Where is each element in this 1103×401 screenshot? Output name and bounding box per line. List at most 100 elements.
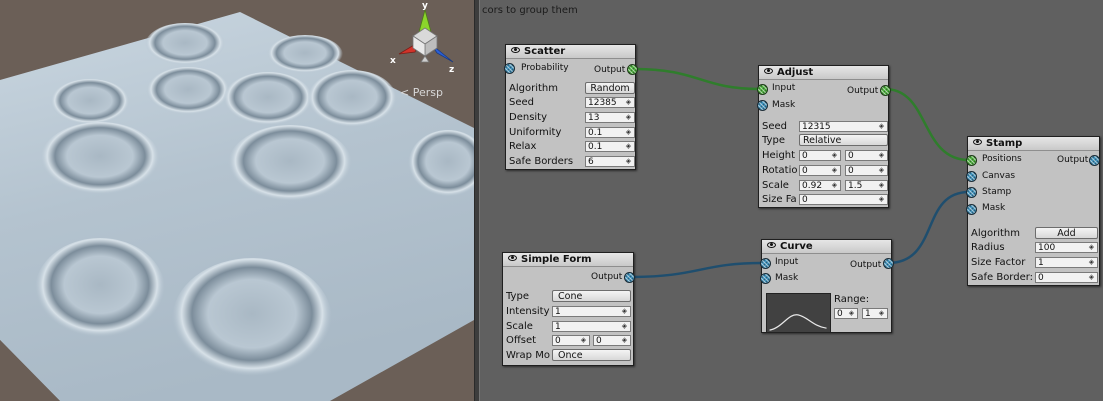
spinner-icon[interactable]: ◈ <box>878 182 885 189</box>
spinner-icon[interactable]: ◈ <box>621 308 628 315</box>
relax-field[interactable]: 0.1 ◈ <box>585 141 635 152</box>
adjust-input-socket[interactable] <box>757 84 768 95</box>
spinner-icon[interactable]: ◈ <box>1088 259 1095 266</box>
curve-preview[interactable] <box>766 293 831 333</box>
curve-node-header[interactable]: Curve <box>762 240 891 254</box>
spinner-icon[interactable]: ◈ <box>878 167 885 174</box>
seed-label: Seed <box>509 97 534 108</box>
adjust-seed-field[interactable]: 12315 ◈ <box>799 121 888 132</box>
seed-label: Seed <box>762 121 787 132</box>
seed-field[interactable]: 12385 ◈ <box>585 97 635 108</box>
stamp-port-label: Stamp <box>982 187 1012 197</box>
simple-form-output-socket[interactable] <box>624 272 635 283</box>
wrap-mode-label: Wrap Mo <box>506 350 550 361</box>
form-scale-field[interactable]: 1 ◈ <box>552 321 631 332</box>
spinner-icon[interactable]: ◈ <box>625 99 632 106</box>
size-factor-field[interactable]: 0 ◈ <box>799 194 888 205</box>
spinner-icon[interactable]: ◈ <box>878 123 885 130</box>
probability-port-label: Probability <box>521 63 569 73</box>
projection-label[interactable]: < Persp <box>400 86 443 99</box>
adjust-output-label: Output <box>847 86 879 96</box>
spinner-icon[interactable]: ◈ <box>831 182 838 189</box>
scatter-output-label: Output <box>594 65 626 75</box>
range-max-field[interactable]: 1 ◈ <box>862 308 888 319</box>
probability-input-socket[interactable] <box>504 63 515 74</box>
curve-input-socket[interactable] <box>760 258 771 269</box>
safe-border-field[interactable]: 0 ◈ <box>1035 272 1098 283</box>
stamp-node-title: Stamp <box>986 138 1023 149</box>
radius-field[interactable]: 100 ◈ <box>1035 242 1098 253</box>
rotation-max-field[interactable]: 0 ◈ <box>845 165 888 176</box>
curve-output-socket[interactable] <box>883 258 894 269</box>
eye-icon[interactable] <box>508 255 517 261</box>
spinner-icon[interactable]: ◈ <box>621 323 628 330</box>
density-field[interactable]: 13 ◈ <box>585 112 635 123</box>
offset-x-field[interactable]: 0 ◈ <box>552 335 590 346</box>
safe-border-label: Safe Border: <box>971 272 1034 283</box>
stamp-node-header[interactable]: Stamp <box>968 137 1099 151</box>
stamp-size-factor-field[interactable]: 1 ◈ <box>1035 257 1098 268</box>
spinner-icon[interactable]: ◈ <box>848 310 855 317</box>
adjust-mask-socket[interactable] <box>757 100 768 111</box>
offset-y-field[interactable]: 0 ◈ <box>593 335 631 346</box>
stamp-node[interactable]: Stamp Positions Canvas Stamp Mask Output… <box>966 136 1100 286</box>
stamp-output-socket[interactable] <box>1089 155 1100 166</box>
scatter-output-socket[interactable] <box>627 64 638 75</box>
height-max-field[interactable]: 0 ◈ <box>845 150 888 161</box>
height-min-field[interactable]: 0 ◈ <box>799 150 841 161</box>
scale-max-field[interactable]: 1.5 ◈ <box>845 180 888 191</box>
spinner-icon[interactable]: ◈ <box>878 196 885 203</box>
eye-icon[interactable] <box>973 139 982 145</box>
spinner-icon[interactable]: ◈ <box>625 129 632 136</box>
stamp-mask-socket[interactable] <box>966 204 977 215</box>
algorithm-dropdown[interactable]: Random <box>585 82 635 94</box>
rotation-min-field[interactable]: 0 ◈ <box>799 165 841 176</box>
uniformity-label: Uniformity <box>509 127 562 138</box>
spinner-icon[interactable]: ◈ <box>878 152 885 159</box>
scene-viewport[interactable]: y x z < Persp <box>0 0 474 401</box>
spinner-icon[interactable]: ◈ <box>831 152 838 159</box>
adjust-node-header[interactable]: Adjust <box>759 66 888 80</box>
density-label: Density <box>509 112 548 123</box>
scale-label: Scale <box>762 180 789 191</box>
safe-borders-label: Safe Borders <box>509 156 574 167</box>
spinner-icon[interactable]: ◈ <box>1088 244 1095 251</box>
curve-output-label: Output <box>850 260 882 270</box>
canvas-input-socket[interactable] <box>966 171 977 182</box>
scatter-node-header[interactable]: Scatter <box>506 45 635 59</box>
spinner-icon[interactable]: ◈ <box>1088 274 1095 281</box>
wrap-mode-dropdown[interactable]: Once <box>552 349 631 361</box>
spinner-icon[interactable]: ◈ <box>580 337 587 344</box>
adjust-output-socket[interactable] <box>880 85 891 96</box>
scale-min-field[interactable]: 0.92 ◈ <box>799 180 841 191</box>
scene-gizmo[interactable]: y x z <box>385 0 465 80</box>
curve-mask-socket[interactable] <box>760 273 771 284</box>
stamp-input-socket[interactable] <box>966 187 977 198</box>
gizmo-y-label: y <box>422 1 428 11</box>
adjust-node[interactable]: Adjust Input Mask Output Seed 12315 ◈ Typ… <box>757 65 891 208</box>
spinner-icon[interactable]: ◈ <box>621 337 628 344</box>
height-label: Height <box>762 150 796 161</box>
spinner-icon[interactable]: ◈ <box>878 310 885 317</box>
simple-form-node-header[interactable]: Simple Form <box>503 253 633 267</box>
eye-icon[interactable] <box>767 242 776 248</box>
spinner-icon[interactable]: ◈ <box>625 143 632 150</box>
eye-icon[interactable] <box>511 47 520 53</box>
spinner-icon[interactable]: ◈ <box>625 114 632 121</box>
intensity-label: Intensity <box>506 306 550 317</box>
uniformity-field[interactable]: 0.1 ◈ <box>585 127 635 138</box>
adjust-type-dropdown[interactable]: Relative <box>799 134 888 146</box>
positions-input-socket[interactable] <box>966 155 977 166</box>
form-type-dropdown[interactable]: Cone <box>552 290 631 302</box>
spinner-icon[interactable]: ◈ <box>625 158 632 165</box>
eye-icon[interactable] <box>764 68 773 74</box>
curve-node[interactable]: Curve Input Mask Output Range: 0 ◈ 1 ◈ <box>760 239 894 333</box>
rotation-label: Rotatio <box>762 165 798 176</box>
intensity-field[interactable]: 1 ◈ <box>552 306 631 317</box>
scatter-node[interactable]: Scatter Probability Output Algorithm Ran… <box>504 44 638 170</box>
safe-borders-field[interactable]: 6 ◈ <box>585 156 635 167</box>
range-min-field[interactable]: 0 ◈ <box>834 308 858 319</box>
stamp-algorithm-dropdown[interactable]: Add <box>1035 227 1098 239</box>
simple-form-node[interactable]: Simple Form Output Type Cone Intensity 1… <box>502 252 635 366</box>
spinner-icon[interactable]: ◈ <box>831 167 838 174</box>
